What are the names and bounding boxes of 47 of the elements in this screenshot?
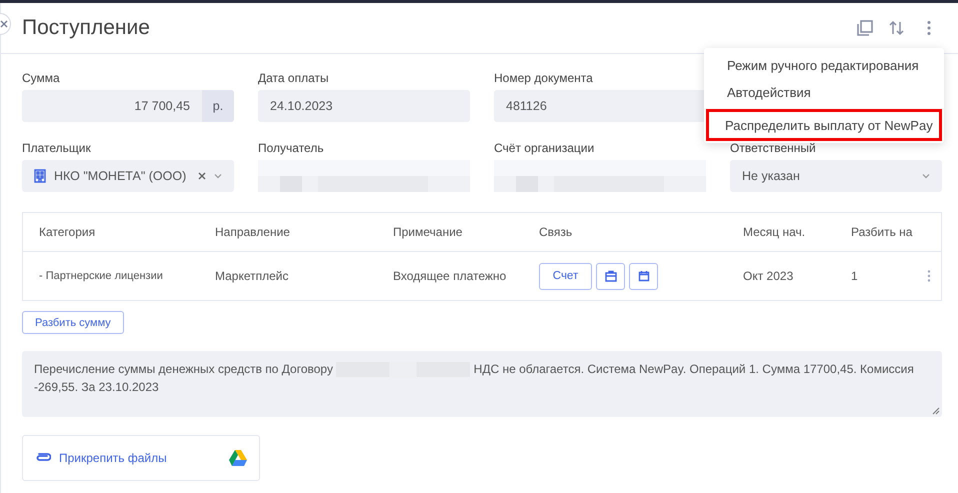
calendar-icon	[638, 270, 650, 282]
table-cell-text: 1	[851, 269, 859, 283]
field-label: Сумма	[22, 70, 61, 87]
currency-unit[interactable]: р.	[202, 90, 234, 122]
table-cell-text: - Партнерские лицензии	[39, 270, 164, 282]
briefcase-icon	[604, 270, 616, 282]
triangle-logo-icon[interactable]	[229, 450, 247, 466]
column-header: Разбить на	[851, 225, 914, 239]
amount-field[interactable]: 17 700,45 р.	[22, 90, 234, 122]
copy-icon[interactable]	[856, 19, 874, 37]
input-field[interactable]: 24.10.2023	[258, 90, 470, 122]
clear-icon[interactable]	[198, 172, 206, 180]
more-icon[interactable]	[927, 270, 931, 282]
table-cell-text: Маркетплейс	[215, 269, 290, 283]
paperclip-icon	[35, 453, 51, 463]
field-label: Ответственный	[730, 140, 817, 157]
select-field[interactable]: НКО "МОНЕТА" (ООО)	[22, 160, 234, 192]
field-label: Счёт организации	[494, 140, 596, 157]
resize-grip-icon[interactable]	[932, 407, 940, 415]
chevron-icon[interactable]	[214, 173, 222, 179]
close-icon	[0, 20, 8, 28]
menu-item[interactable]: Режим ручного редактирования	[706, 52, 942, 79]
field-label: Дата оплаты	[258, 70, 330, 87]
field-label: Номер документа	[494, 70, 594, 87]
chevron-icon	[922, 173, 930, 179]
invoice-button[interactable]: Счет	[539, 262, 592, 290]
menu-item[interactable]: Распределить выплату от NewPay	[706, 109, 942, 141]
input-field[interactable]: 481126	[494, 90, 706, 122]
briefcase-button[interactable]	[596, 262, 625, 290]
field-label: Плательщик	[22, 140, 92, 157]
menu-item[interactable]: Автодействия	[706, 79, 942, 106]
split-button[interactable]: Разбить сумму	[22, 311, 124, 334]
sort-icon[interactable]	[888, 19, 906, 37]
column-header: Месяц нач.	[743, 225, 806, 239]
building-icon	[34, 169, 46, 183]
calendar-button[interactable]	[629, 262, 658, 290]
column-header: Направление	[215, 225, 291, 239]
comment-field[interactable]: Перечисление суммы денежных средств по Договору НДС не облагается. Система NewPay. Операций 1. Сумма 17700,45. Комиссия -269,55. За 23.10.2023	[22, 351, 942, 417]
table-cell-text: Окт 2023	[743, 269, 794, 283]
column-header: Примечание	[393, 225, 464, 239]
attach-link[interactable]: Прикрепить файлы	[59, 451, 221, 465]
field-label: Получатель	[258, 140, 325, 157]
window-title: Поступление	[22, 16, 151, 40]
column-header: Связь	[539, 225, 574, 239]
column-header: Категория	[39, 225, 96, 239]
table-cell-text: Входящее платежно	[393, 269, 508, 283]
select-field[interactable]: Не указан	[730, 160, 942, 192]
